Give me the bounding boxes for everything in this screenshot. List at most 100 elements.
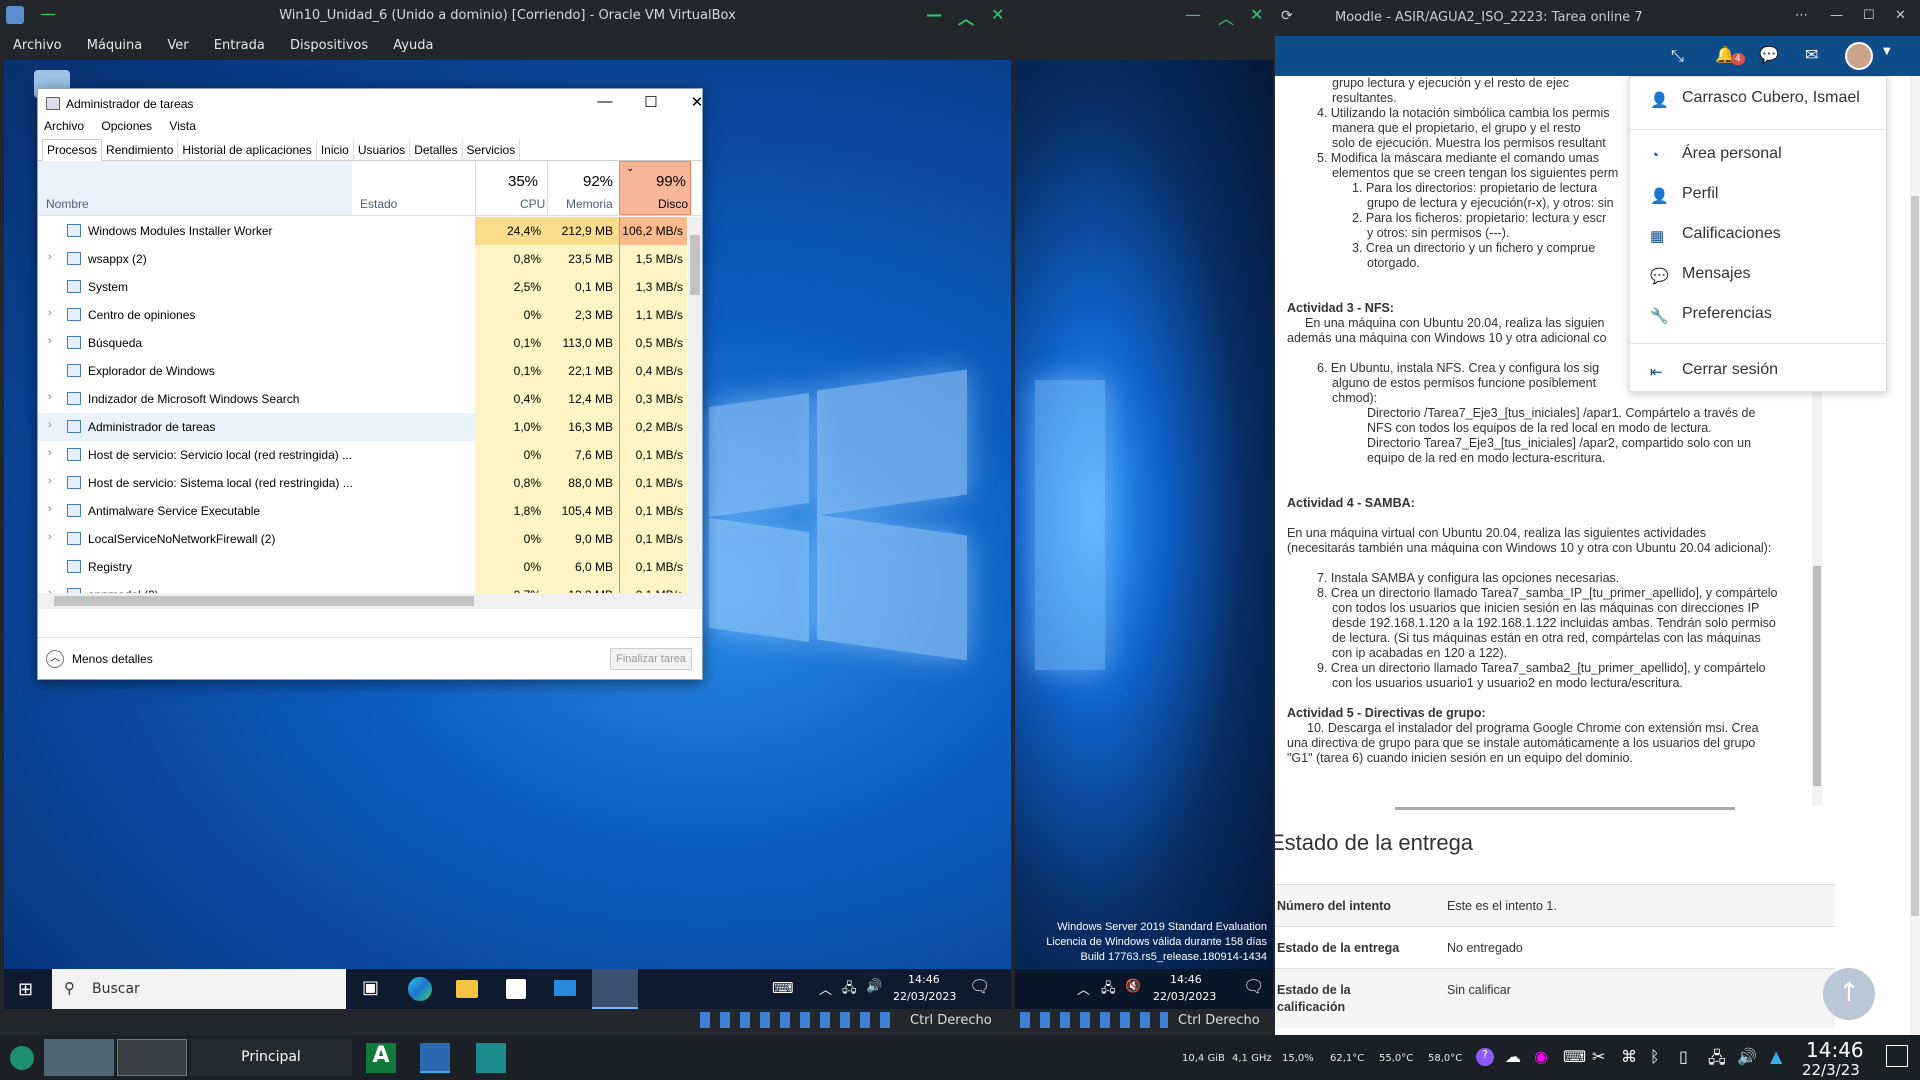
process-row[interactable]: › wsappx (2) 0,8% 23,5 MB 1,5 MB/s	[38, 245, 687, 273]
menu-archivo[interactable]: Archivo	[44, 119, 84, 133]
volume-muted-icon[interactable]: 🔇	[1125, 979, 1141, 994]
menu-archivo[interactable]: Archivo	[0, 32, 62, 53]
expand-chevron-icon[interactable]: ›	[48, 251, 52, 263]
tray-expand-icon[interactable]: ▲	[1770, 1047, 1782, 1066]
reload-icon[interactable]: ⟳	[1281, 8, 1293, 24]
menu-opciones[interactable]: Opciones	[101, 119, 152, 133]
close-button[interactable]: ✕	[674, 93, 720, 111]
close-button[interactable]: ✕	[991, 5, 1004, 24]
maximize-button[interactable]: ︿	[958, 5, 974, 29]
volume-icon[interactable]: 🔊	[1737, 1047, 1757, 1066]
files-task-icon[interactable]	[476, 1043, 506, 1073]
expand-chevron-icon[interactable]: ›	[48, 531, 52, 543]
temp-monitor-2[interactable]: 55,0°C	[1379, 1053, 1413, 1064]
taskmgr-taskbar-icon[interactable]	[592, 969, 638, 1009]
tab-usuarios[interactable]: Usuarios	[354, 140, 411, 160]
tray-chevron-icon[interactable]: ︿	[819, 979, 832, 998]
collapse-icon[interactable]: ⤡	[1671, 46, 1684, 66]
minimize-button[interactable]: —	[582, 93, 628, 110]
expand-chevron-icon[interactable]: ›	[48, 475, 52, 487]
network-icon[interactable]: 🖧	[1708, 1047, 1726, 1074]
notifications-icon[interactable]: 🗨	[969, 977, 991, 997]
tab-rendimiento[interactable]: Rendimiento	[102, 140, 179, 160]
temp-monitor-3[interactable]: 58,0°C	[1428, 1053, 1462, 1064]
store-icon[interactable]	[506, 979, 526, 999]
network-icon[interactable]: 🖧	[842, 979, 857, 1001]
vbox-status-icons[interactable]	[700, 1012, 900, 1028]
input-indicator-icon[interactable]: ⌨	[772, 979, 794, 997]
network-icon[interactable]: 🖧	[1101, 979, 1116, 1001]
menu-ayuda[interactable]: Ayuda	[380, 32, 433, 53]
menu-maquina[interactable]: Máquina	[74, 32, 143, 53]
process-row[interactable]: Explorador de Windows 0,1% 22,1 MB 0,4 MB/s	[38, 357, 687, 385]
expand-chevron-icon[interactable]: ›	[48, 335, 52, 347]
fewer-details-link[interactable]: Menos detalles	[72, 652, 153, 666]
process-row[interactable]: Registry 0% 6,0 MB 0,1 MB/s	[38, 553, 687, 581]
tab-procesos[interactable]: Procesos	[42, 139, 103, 161]
doc-hscrollbar[interactable]	[1395, 807, 1735, 810]
show-desktop-icon[interactable]	[1886, 1045, 1908, 1067]
edge-icon[interactable]	[408, 977, 432, 1001]
minimize-button[interactable]: —	[1830, 8, 1843, 23]
panel-clock-time[interactable]: 14:46	[1806, 1038, 1864, 1062]
maximize-button[interactable]: ☐	[628, 93, 674, 111]
hscroll-thumb[interactable]	[54, 596, 474, 606]
notifications-icon[interactable]: 🗨	[1243, 977, 1265, 997]
app-a-icon[interactable]: A	[366, 1043, 396, 1073]
search-box[interactable]: ⚲ Buscar	[52, 969, 346, 1009]
volume-icon[interactable]: 🔊	[866, 979, 882, 994]
process-row[interactable]: › Administrador de tareas 1,0% 16,3 MB 0,2 M…	[38, 413, 687, 441]
process-row[interactable]: › Indizador de Microsoft Windows Search 0,…	[38, 385, 687, 413]
battery-icon[interactable]: ▯	[1679, 1047, 1688, 1066]
vbox-status-icons[interactable]	[1020, 1012, 1168, 1028]
maximize-button[interactable]: ☐	[1863, 8, 1875, 23]
pager-desktop-1[interactable]	[44, 1039, 114, 1076]
page-scroll-thumb[interactable]	[1911, 196, 1919, 916]
scroll-thumb[interactable]	[690, 235, 700, 295]
clock-date[interactable]: 22/03/2023	[893, 990, 956, 1003]
menu-ver[interactable]: Ver	[154, 32, 188, 53]
horizontal-scrollbar[interactable]	[38, 593, 688, 609]
tab-detalles[interactable]: Detalles	[410, 140, 463, 160]
chevron-up-icon[interactable]: ︿	[46, 650, 64, 668]
expand-chevron-icon[interactable]: ›	[48, 503, 52, 515]
active-window-label[interactable]: Principal	[190, 1039, 352, 1076]
clock-time[interactable]: 14:46	[908, 973, 940, 986]
process-row[interactable]: Windows Modules Installer Worker 24,4% 212…	[38, 217, 687, 245]
bluetooth-icon[interactable]: ᛒ	[1650, 1047, 1660, 1066]
process-row[interactable]: › Host de servicio: Sistema local (red re…	[38, 469, 687, 497]
process-row[interactable]: › Búsqueda 0,1% 113,0 MB 0,5 MB/s	[38, 329, 687, 357]
chevron-down-icon[interactable]: ▼	[1883, 46, 1891, 57]
process-row[interactable]: › Host de servicio: Servicio local (red r…	[38, 441, 687, 469]
clock-date[interactable]: 22/03/2023	[1153, 990, 1216, 1003]
app-launcher-icon[interactable]	[10, 1046, 34, 1070]
cpu-freq-monitor[interactable]: 4,1 GHz	[1232, 1053, 1272, 1064]
tab-inicio[interactable]: Inicio	[317, 140, 354, 160]
clock-time[interactable]: 14:46	[1170, 973, 1202, 986]
virtualbox-task-icon[interactable]	[420, 1043, 450, 1073]
minimize-button[interactable]: —	[926, 5, 942, 24]
end-task-button[interactable]: Finalizar tarea	[610, 648, 692, 670]
clipboard-icon[interactable]: ✂	[1592, 1047, 1605, 1066]
expand-chevron-icon[interactable]: ›	[48, 391, 52, 403]
process-row[interactable]: › Antimalware Service Executable 1,8% 105,4…	[38, 497, 687, 525]
ram-monitor[interactable]: 10,4 GiB	[1182, 1053, 1225, 1064]
pager-desktop-2[interactable]	[117, 1039, 187, 1076]
file-explorer-icon[interactable]	[456, 980, 478, 998]
avatar[interactable]	[1845, 42, 1873, 70]
tab-servicios[interactable]: Servicios	[463, 140, 521, 160]
process-row[interactable]: › Centro de opiniones 0% 2,3 MB 1,1 MB/s	[38, 301, 687, 329]
cloud-icon[interactable]: ☁	[1505, 1047, 1521, 1066]
doc-scroll-thumb[interactable]	[1813, 566, 1821, 786]
tab-historial[interactable]: Historial de aplicaciones	[178, 140, 317, 160]
col-state-label[interactable]: Estado	[360, 197, 397, 211]
menu-dispositivos[interactable]: Dispositivos	[277, 32, 368, 53]
terminal-icon[interactable]: ⌨	[1563, 1047, 1586, 1066]
start-button[interactable]: ⊞	[18, 979, 33, 1000]
process-row[interactable]: System 2,5% 0,1 MB 1,3 MB/s	[38, 273, 687, 301]
task-view-icon[interactable]: ▣	[362, 977, 379, 998]
color-picker-icon[interactable]: ◉	[1534, 1047, 1548, 1066]
expand-chevron-icon[interactable]: ›	[48, 419, 52, 431]
help-icon[interactable]: ?	[1476, 1048, 1494, 1066]
minimize-button[interactable]: —	[1185, 5, 1201, 24]
